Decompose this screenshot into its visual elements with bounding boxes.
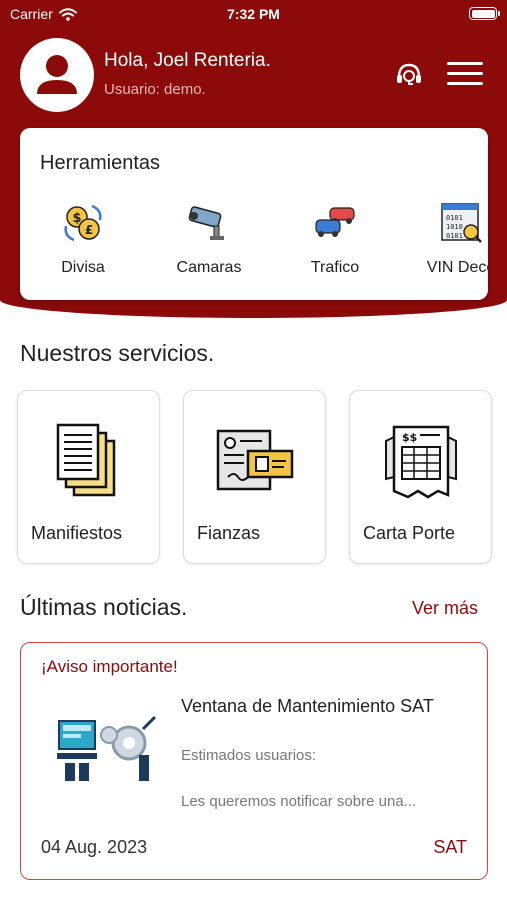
security-camera-icon (188, 206, 224, 240)
news-date: 04 Aug. 2023 (41, 837, 148, 857)
documents-icon (56, 423, 116, 497)
tool-divisa[interactable]: $ £ Divisa (28, 200, 138, 290)
service-carta-porte[interactable]: $$ Carta Porte (349, 390, 492, 564)
news-title: Últimas noticias. (20, 594, 188, 620)
username-text: Usuario: demo. (104, 81, 206, 98)
hamburger-menu-icon[interactable] (447, 62, 483, 88)
svg-text:£: £ (85, 223, 93, 237)
tool-trafico[interactable]: Trafico (280, 200, 390, 290)
traffic-cars-icon (315, 207, 355, 237)
news-card[interactable]: ¡Aviso importante! Ventana de Mantenimie… (20, 642, 488, 880)
news-body-line2: Les queremos notificar sobre una... (181, 793, 417, 810)
greeting-text: Hola, Joel Renteria. (104, 50, 271, 71)
tools-card: Herramientas $ £ Divisa Camaras Trafico (20, 128, 488, 300)
service-label-manifiestos: Manifiestos (31, 523, 123, 543)
tool-label-divisa: Divisa (61, 259, 105, 276)
maintenance-illustration-icon (57, 715, 157, 781)
news-tag: ¡Aviso importante! (41, 657, 178, 676)
avatar[interactable] (20, 38, 94, 112)
vin-decoder-icon: 0101 1010 0101 (441, 203, 482, 243)
bond-certificate-icon (216, 429, 294, 491)
service-fianzas[interactable]: Fianzas (183, 390, 326, 564)
support-button[interactable] (394, 60, 424, 90)
currency-exchange-icon: $ £ (64, 204, 102, 242)
tool-vin-decoder[interactable]: 0101 1010 0101 VIN Deco (406, 200, 488, 290)
svg-text:$$: $$ (402, 431, 417, 444)
tool-label-vin: VIN Deco (426, 259, 488, 276)
services-title: Nuestros servicios. (20, 340, 215, 366)
battery-icon (469, 7, 500, 20)
news-source: SAT (433, 837, 467, 857)
news-body-line1: Estimados usuarios: (181, 747, 317, 764)
service-manifiestos[interactable]: Manifiestos (17, 390, 160, 564)
service-label-fianzas: Fianzas (197, 523, 261, 543)
service-label-carta-porte: Carta Porte (363, 523, 456, 543)
svg-text:0101: 0101 (446, 232, 463, 240)
invoice-icon: $$ (385, 425, 457, 499)
news-headline: Ventana de Mantenimiento SAT (181, 696, 434, 716)
svg-text:0101: 0101 (446, 214, 463, 222)
person-icon (37, 55, 77, 94)
tool-label-camaras: Camaras (176, 259, 242, 276)
tool-camaras[interactable]: Camaras (154, 200, 264, 290)
status-bar: Carrier 7:32 PM (0, 0, 507, 28)
svg-text:1010: 1010 (446, 223, 463, 231)
see-more-link[interactable]: Ver más (412, 598, 478, 619)
support-icon (397, 63, 421, 85)
status-time: 7:32 PM (227, 6, 280, 22)
tool-label-trafico: Trafico (310, 259, 360, 276)
tools-title: Herramientas (40, 152, 161, 174)
